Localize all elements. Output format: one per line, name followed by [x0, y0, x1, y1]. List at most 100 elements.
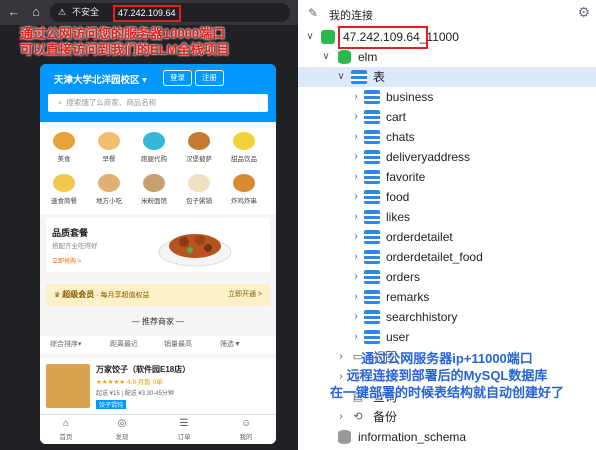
tree-table-item[interactable]: › cart	[298, 107, 596, 127]
sort-option[interactable]: 销量最高	[164, 336, 192, 354]
tree-table-item[interactable]: › remarks	[298, 287, 596, 307]
chevron-right-icon[interactable]: ›	[351, 207, 361, 227]
chevron-right-icon[interactable]: ›	[351, 287, 361, 307]
chevron-right-icon[interactable]: ›	[351, 127, 361, 147]
gear-icon[interactable]: ⚙	[577, 4, 590, 21]
chevron-right-icon[interactable]: ›	[351, 107, 361, 127]
plug-icon: ✎	[308, 6, 319, 20]
login-button[interactable]: 登录	[163, 70, 192, 86]
compass-icon: ◎	[117, 418, 127, 429]
browser-toolbar: ← ⌂ ⚠ 不安全 47.242.109.64	[0, 0, 298, 25]
category-item[interactable]: 早餐	[89, 132, 129, 163]
register-button[interactable]: 注册	[195, 70, 224, 86]
table-icon	[364, 170, 380, 184]
connection-icon	[321, 30, 335, 44]
back-arrow-icon[interactable]: ←	[6, 4, 22, 20]
category-item[interactable]: 跑腿代购	[134, 132, 174, 163]
table-icon	[364, 230, 380, 244]
home-icon: ⌂	[62, 418, 70, 429]
table-icon	[364, 290, 380, 304]
vip-label: ♛ 超级会员 · 每月享超值权益	[54, 290, 150, 299]
tree-table-item[interactable]: › favorite	[298, 167, 596, 187]
location-selector[interactable]: 天津大学北洋园校区 ▾	[54, 72, 147, 86]
table-icon	[364, 150, 380, 164]
vip-banner[interactable]: ♛ 超级会员 · 每月享超值权益 立即开通 >	[46, 284, 270, 306]
category-item[interactable]: 汉堡披萨	[179, 132, 219, 163]
shop-card[interactable]: 万家饺子（软件园E18店） ★★★★★ 4.9 月售 0单 起送 ¥15 | 配…	[40, 358, 276, 414]
promo-title: 品质套餐	[52, 228, 89, 238]
tree-table-item[interactable]: › likes	[298, 207, 596, 227]
table-name: favorite	[386, 170, 426, 184]
tree-other-database[interactable]: information_schema	[298, 427, 596, 447]
chevron-right-icon[interactable]: ›	[351, 167, 361, 187]
tree-table-item[interactable]: › searchhistory	[298, 307, 596, 327]
tree-table-item[interactable]: › user	[298, 327, 596, 347]
insecure-label: 不安全	[72, 7, 100, 17]
chevron-right-icon[interactable]: ›	[351, 267, 361, 287]
promo-card[interactable]: 品质套餐 搭配齐全吃得好 立即抢购 >	[46, 218, 270, 272]
app-header: 天津大学北洋园校区 ▾ 登录 注册 ⌕ 搜索饿了么商家、商品名称	[40, 64, 276, 122]
food-dish-image	[158, 234, 232, 267]
table-name: remarks	[386, 290, 430, 304]
tree-table-item[interactable]: › orderdetailet	[298, 227, 596, 247]
category-grid: 美食 早餐 跑腿代购 汉堡披萨 甜品饮品 速食简餐 地方小吃 米粉面馆 包子粥铺…	[40, 124, 276, 214]
chevron-down-icon[interactable]: ∨	[321, 47, 331, 67]
sort-option[interactable]: 距离最近	[110, 336, 138, 354]
shop-name: 万家饺子（软件园E18店）	[96, 365, 191, 374]
connection-panel: ✎ 我的连接 ⚙ ∨ 47.242.109.64_11000 ∨ elm ∨ 表…	[298, 0, 596, 450]
chevron-right-icon[interactable]: ›	[351, 187, 361, 207]
document-icon: ☰	[179, 418, 189, 429]
category-item[interactable]: 米粉面馆	[134, 174, 174, 205]
tree-table-item[interactable]: › orders	[298, 267, 596, 287]
table-name: cart	[386, 110, 407, 124]
vip-action[interactable]: 立即开通 >	[228, 284, 262, 306]
bottom-tab-bar: ⌂ 首页 ◎ 发现 ☰ 订单 ☺ 我的	[40, 414, 276, 444]
chevron-right-icon[interactable]: ›	[351, 227, 361, 247]
tab-discover[interactable]: ◎ 发现	[102, 417, 142, 441]
category-item[interactable]: 甜品饮品	[224, 132, 264, 163]
chevron-right-icon[interactable]: ›	[351, 247, 361, 267]
backup-icon: ⟲	[353, 411, 363, 423]
tab-me[interactable]: ☺ 我的	[226, 417, 266, 441]
search-input[interactable]: ⌕ 搜索饿了么商家、商品名称	[48, 94, 268, 112]
table-name: deliveryaddress	[386, 150, 471, 164]
shop-meta: 起送 ¥15 | 配送 ¥3 30-45分钟	[96, 391, 174, 397]
category-item[interactable]: 炸鸡炸串	[224, 174, 264, 205]
table-name: food	[386, 190, 410, 204]
chevron-right-icon[interactable]: ›	[351, 87, 361, 107]
category-item[interactable]: 包子粥铺	[179, 174, 219, 205]
shop-rating: ★★★★★ 4.9 月售 0单	[96, 379, 163, 386]
tab-orders[interactable]: ☰ 订单	[164, 417, 204, 441]
tree-tables-group[interactable]: ∨ 表	[298, 67, 596, 87]
promo-link[interactable]: 立即抢购 >	[52, 256, 81, 265]
tree-table-item[interactable]: › chats	[298, 127, 596, 147]
chevron-right-icon[interactable]: ›	[336, 407, 346, 427]
chevron-down-icon[interactable]: ∨	[336, 67, 346, 87]
home-icon[interactable]: ⌂	[28, 4, 44, 20]
chevron-right-icon[interactable]: ›	[351, 147, 361, 167]
chevron-down-icon[interactable]: ∨	[305, 27, 315, 47]
category-item[interactable]: 地方小吃	[89, 174, 129, 205]
address-bar[interactable]: ⚠ 不安全 47.242.109.64	[50, 3, 290, 22]
tree-group[interactable]: › ⟲ 备份	[298, 407, 596, 427]
category-item[interactable]: 速食简餐	[44, 174, 84, 205]
category-item[interactable]: 美食	[44, 132, 84, 163]
shop-tag: 饺子馄饨	[96, 400, 127, 409]
sort-option[interactable]: 综合排序▾	[50, 336, 82, 354]
tree-table-item[interactable]: › orderdetailet_food	[298, 247, 596, 267]
tree-table-item[interactable]: › deliveryaddress	[298, 147, 596, 167]
table-icon	[364, 90, 380, 104]
table-name: orders	[386, 270, 421, 284]
promo-subtitle: 搭配齐全吃得好	[52, 243, 98, 250]
tree-database[interactable]: ∨ elm	[298, 47, 596, 67]
url-text[interactable]: 47.242.109.64	[113, 5, 181, 22]
chevron-right-icon[interactable]: ›	[351, 327, 361, 347]
tab-home[interactable]: ⌂ 首页	[46, 417, 86, 441]
panel-title: 我的连接	[329, 10, 373, 22]
table-icon	[364, 270, 380, 284]
tree-table-item[interactable]: › business	[298, 87, 596, 107]
sort-option[interactable]: 筛选▼	[220, 336, 241, 354]
warning-icon: ⚠	[58, 7, 67, 17]
chevron-right-icon[interactable]: ›	[351, 307, 361, 327]
tree-table-item[interactable]: › food	[298, 187, 596, 207]
